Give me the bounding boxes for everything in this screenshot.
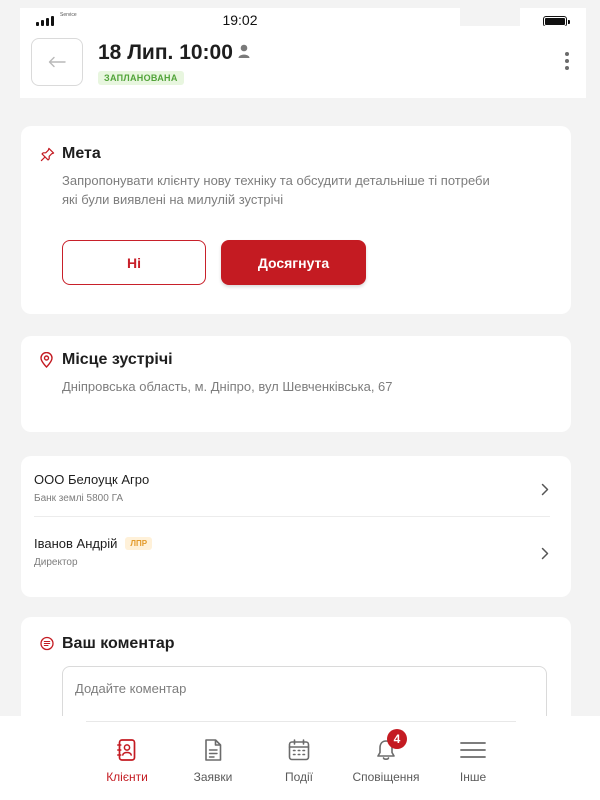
page-title: 18 Лип. 10:00 [98, 41, 233, 64]
company-name: ООО Белоуцк Агро [34, 472, 150, 487]
goal-card: Мета Запропонувати клієнту нову техніку … [21, 126, 571, 314]
chevron-right-icon [541, 483, 549, 496]
achieved-button[interactable]: Досягнута [221, 240, 366, 285]
header: 18 Лип. 10:00 ЗАПЛАНОВАНА [20, 26, 586, 98]
more-options-icon[interactable] [565, 52, 569, 70]
meeting-place-card: Місце зустрічі Дніпровська область, м. Д… [21, 336, 571, 432]
nav-label: Заявки [193, 770, 233, 784]
goal-title: Мета [62, 145, 101, 162]
arrow-left-icon [48, 56, 66, 68]
nav-label: Інше [459, 770, 487, 784]
not-achieved-button[interactable]: Ні [62, 240, 206, 285]
nav-notifications[interactable]: 4 Сповіщення [342, 729, 430, 784]
nav-more[interactable]: Інше [429, 736, 517, 784]
goal-text: Запропонувати клієнту нову техніку та об… [62, 173, 490, 207]
divider [86, 721, 516, 722]
document-icon [205, 739, 222, 761]
nav-requests[interactable]: Заявки [169, 736, 257, 784]
nav-label: Сповіщення [352, 770, 420, 784]
notifications-count-badge: 4 [387, 729, 407, 749]
bottom-navigation: Клієнти Заявки Події 4 Сповіщення Інше [0, 716, 600, 800]
nav-clients[interactable]: Клієнти [83, 736, 171, 784]
comment-title: Ваш коментар [62, 635, 175, 652]
back-button[interactable] [31, 38, 83, 86]
chevron-right-icon [541, 547, 549, 560]
nav-label: Події [284, 770, 314, 784]
decision-maker-badge: ЛПР [125, 537, 153, 550]
list-item[interactable]: Іванов Андрій ЛПР Директор [21, 520, 571, 584]
divider [34, 516, 550, 517]
location-pin-icon [40, 352, 53, 368]
meeting-place-title: Місце зустрічі [62, 351, 173, 368]
menu-icon [460, 742, 486, 758]
nav-events[interactable]: Події [255, 736, 343, 784]
meeting-place-address: Дніпровська область, м. Дніпро, вул Шевч… [62, 379, 393, 394]
list-item[interactable]: ООО Белоуцк Агро Банк землі 5800 ГА [21, 456, 571, 520]
status-badge: ЗАПЛАНОВАНА [98, 71, 184, 85]
comment-icon [40, 636, 54, 651]
contacts-card: ООО Белоуцк Агро Банк землі 5800 ГА Іван… [21, 456, 571, 597]
contact-name: Іванов Андрій [34, 536, 118, 551]
pin-icon [40, 147, 55, 162]
company-land-bank: Банк землі 5800 ГА [34, 493, 123, 504]
contacts-book-icon [117, 739, 136, 761]
nav-label: Клієнти [106, 770, 148, 784]
calendar-icon [288, 739, 310, 761]
person-icon [238, 44, 250, 58]
contact-position: Директор [34, 557, 78, 568]
contact-name-row: Іванов Андрій ЛПР [34, 536, 153, 551]
